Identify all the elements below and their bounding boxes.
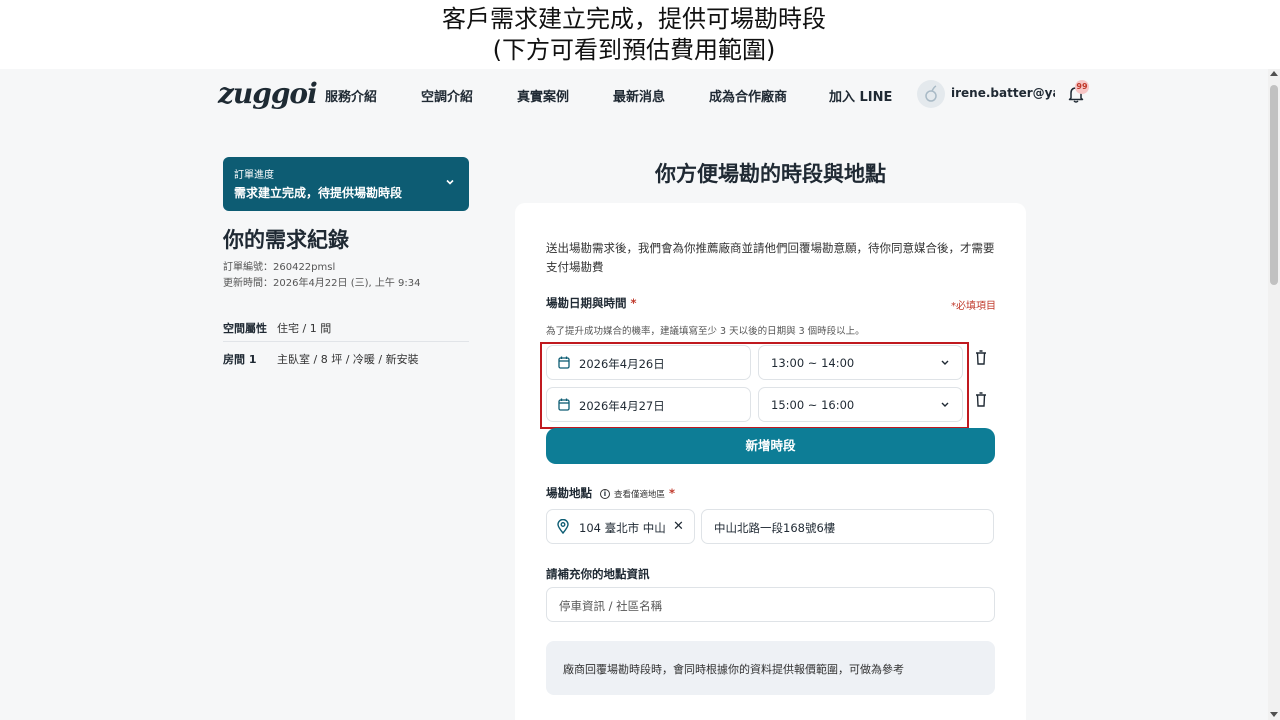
scroll-down-icon[interactable]	[1270, 712, 1278, 717]
nav-news[interactable]: 最新消息	[613, 86, 665, 105]
required-star: *	[669, 486, 676, 500]
user-email[interactable]: irene.batter@yah…	[951, 86, 1055, 100]
location-label: 場勘地點 i 查看僅適地區 *	[546, 485, 675, 501]
location-pin-icon	[557, 519, 569, 534]
district-input[interactable]: 104 臺北市 中山區 ✕	[546, 509, 695, 544]
extra-info-label: 請補充你的地點資訊	[546, 567, 650, 581]
app-window: zuggoi 服務介紹 空調介紹 真實案例 最新消息 成為合作廠商 加入 LIN…	[0, 69, 1268, 720]
intro-text: 送出場勘需求後，我們會為你推薦廠商並請他們回覆場勘意願，待你同意媒合後，才需要支…	[546, 241, 995, 274]
order-number: 訂單編號：260422pmsl	[223, 262, 336, 273]
page-title: 你方便場勘的時段與地點	[655, 162, 886, 186]
nav-partner[interactable]: 成為合作廠商	[709, 86, 787, 105]
address-input[interactable]: 中山北路一段168號6樓	[701, 509, 994, 544]
close-icon[interactable]: ✕	[673, 519, 684, 534]
quote-note: 廠商回覆場勘時段時，會同時根據你的資料提供報價範圍，可做為參考	[546, 641, 995, 695]
location-label-text: 場勘地點	[546, 486, 592, 500]
avatar[interactable]	[917, 80, 945, 108]
avatar-icon	[925, 85, 937, 102]
chevron-down-icon	[446, 179, 454, 185]
info-icon[interactable]: i	[600, 488, 610, 499]
scroll-up-icon[interactable]	[1270, 71, 1278, 76]
property-key: 房間 1	[223, 353, 257, 366]
add-slot-button[interactable]: 新增時段	[546, 428, 995, 464]
request-record-title: 你的需求紀錄	[223, 228, 349, 252]
property-key: 空間屬性	[223, 322, 267, 335]
nav-services[interactable]: 服務介紹	[325, 86, 377, 105]
caption: 客戶需求建立完成，提供可場勘時段 (下方可看到預估費用範圍)	[0, 4, 1268, 66]
updated-time: 更新時間：2026年4月22日 (三), 上午 9:34	[223, 278, 421, 289]
property-value: 住宅 / 1 間	[277, 322, 332, 335]
nav-aircon[interactable]: 空調介紹	[421, 86, 473, 105]
trash-icon[interactable]	[975, 350, 987, 365]
notification-badge: 99	[1075, 80, 1089, 94]
highlight-box	[540, 342, 969, 429]
progress-value: 需求建立完成，待提供場勘時段	[234, 186, 403, 200]
scrollbar[interactable]	[1268, 69, 1280, 720]
address-value: 中山北路一段168號6樓	[714, 521, 836, 535]
divider	[223, 341, 469, 342]
trash-icon[interactable]	[975, 392, 987, 407]
extra-info-input[interactable]: 停車資訊 / 社區名稱	[546, 587, 995, 622]
caption-line-1: 客戶需求建立完成，提供可場勘時段	[442, 5, 826, 33]
progress-label: 訂單進度	[234, 170, 274, 181]
order-progress-card[interactable]: 訂單進度 需求建立完成，待提供場勘時段	[223, 157, 469, 211]
schedule-label: 場勘日期與時間 *	[546, 295, 637, 311]
nav-line[interactable]: 加入 LINE	[829, 86, 892, 105]
district-value: 104 臺北市 中山區	[579, 521, 665, 535]
nav-cases[interactable]: 真實案例	[517, 86, 569, 105]
logo[interactable]: zuggoi	[218, 77, 318, 110]
caption-line-2: (下方可看到預估費用範圍)	[492, 36, 776, 64]
schedule-hint: 為了提升成功媒合的機率，建議填寫至少 3 天以後的日期與 3 個時段以上。	[546, 326, 865, 337]
required-star: *	[630, 296, 637, 310]
schedule-label-text: 場勘日期與時間	[546, 296, 627, 310]
property-value: 主臥室 / 8 坪 / 冷暖 / 新安裝	[277, 353, 419, 366]
required-note: *必填項目	[951, 301, 996, 312]
extra-info-placeholder: 停車資訊 / 社區名稱	[559, 599, 663, 613]
quote-note-text: 廠商回覆場勘時段時，會同時根據你的資料提供報價範圍，可做為參考	[563, 663, 904, 676]
scrollbar-thumb[interactable]	[1270, 85, 1278, 285]
service-area-link[interactable]: 查看僅適地區	[614, 490, 665, 500]
